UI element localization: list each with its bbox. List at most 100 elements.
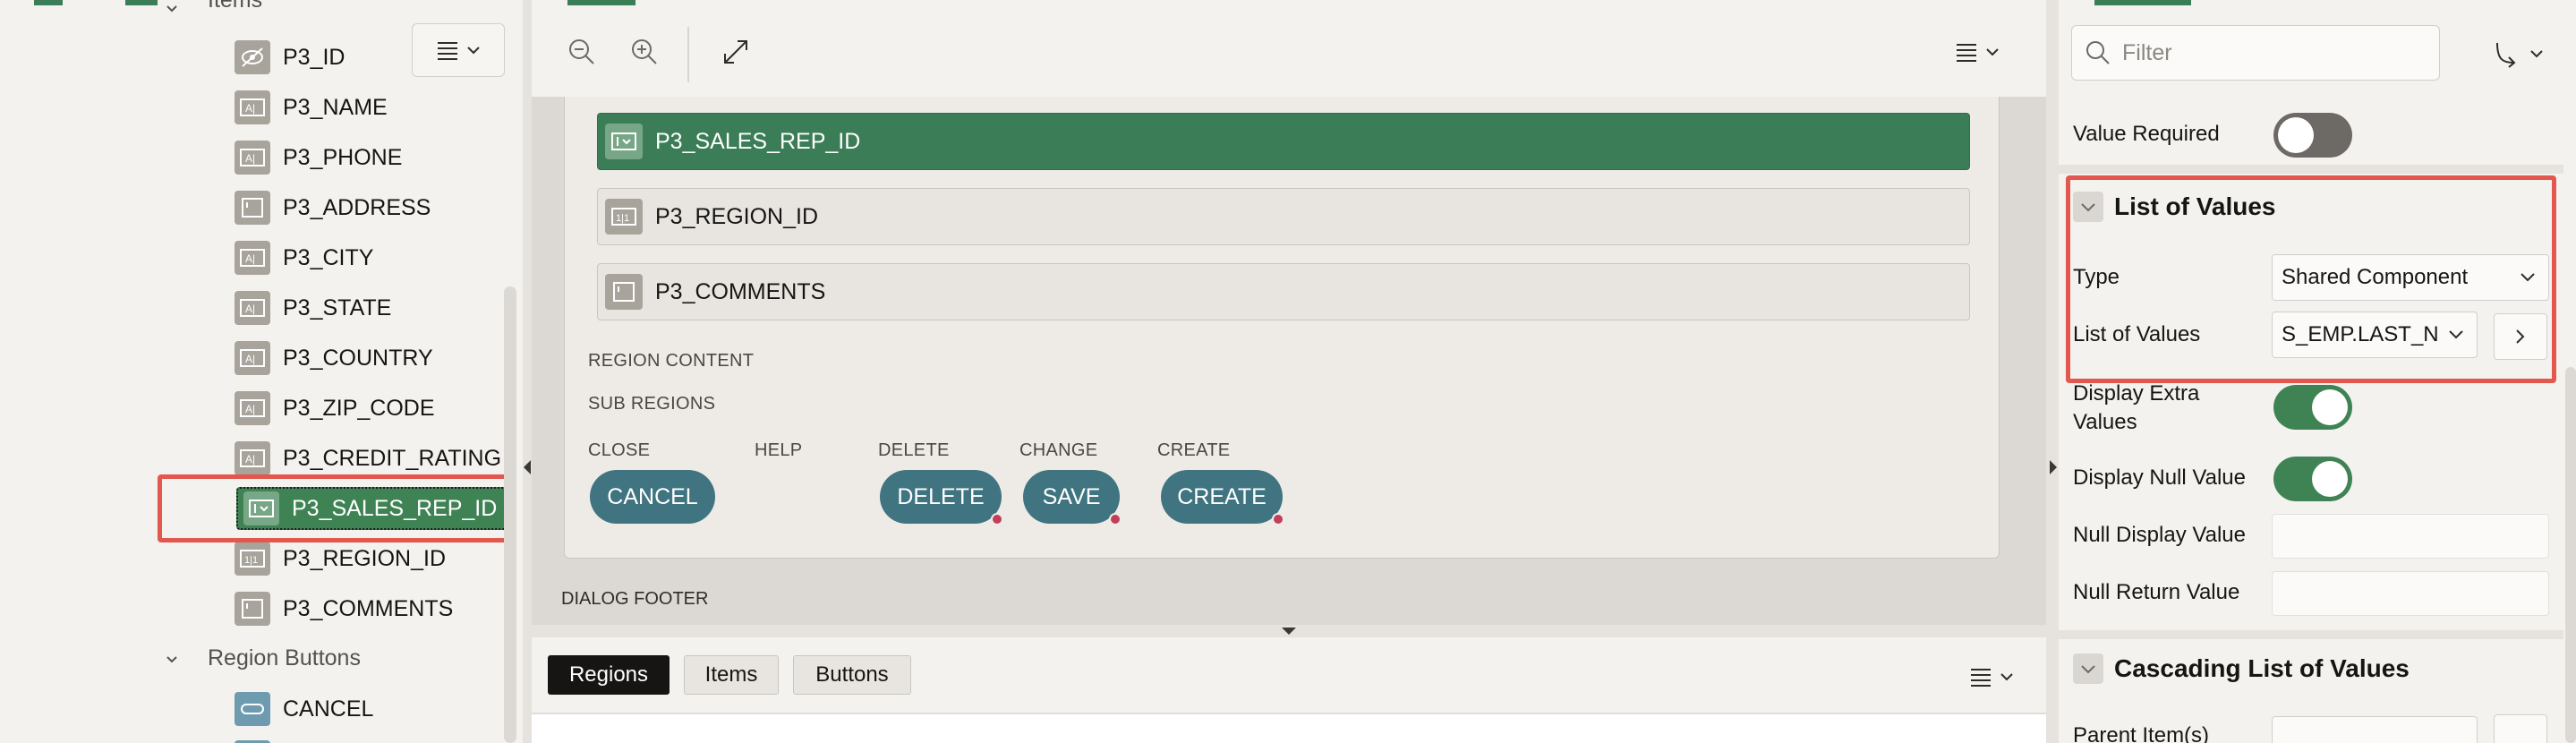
property-editor-pane: Value Required List of Values Type Share… [2059, 0, 2576, 743]
null-return-value-label: Null Return Value [2073, 580, 2240, 604]
gallery-tabs: Regions Items Buttons [532, 637, 2046, 743]
layout-canvas: P3_SALES_REP_ID 1|1 P3_REGION_ID P3_COMM… [532, 97, 2046, 625]
tree-item-cancel-button[interactable]: CANCEL [235, 687, 373, 730]
tree-item-label: P3_STATE [283, 295, 392, 320]
right-splitter[interactable] [2046, 0, 2059, 743]
menu-lines-icon [1957, 44, 1976, 62]
save-button-label: SAVE [1042, 483, 1101, 509]
tree-item-label: P3_COUNTRY [283, 345, 433, 371]
null-display-value-input[interactable] [2272, 514, 2549, 559]
rendering-tree-pane: Items P3_ID A| P3_NAME A| P3_PHONE P3_AD… [0, 0, 523, 743]
value-required-toggle[interactable] [2273, 113, 2352, 158]
layout-item-label: P3_COMMENTS [655, 278, 826, 304]
tree-node-items[interactable]: Items [208, 0, 262, 13]
cancel-button[interactable]: CANCEL [590, 470, 715, 524]
layout-item-p3-region-id[interactable]: 1|1 P3_REGION_ID [597, 188, 1970, 245]
gallery-menu-button[interactable] [1969, 662, 2023, 691]
tree-item-p3-country[interactable]: A| P3_COUNTRY [235, 337, 433, 380]
create-button[interactable]: CREATE [1161, 470, 1284, 525]
expand-button[interactable] [716, 32, 755, 72]
left-splitter[interactable] [523, 0, 532, 743]
tree-scrollbar[interactable] [504, 286, 516, 743]
group-cascading-lov[interactable]: Cascading List of Values [2073, 653, 2410, 684]
delete-button-label: DELETE [897, 483, 985, 509]
tab-label: Items [704, 662, 758, 687]
parent-items-picker-button[interactable] [2494, 714, 2547, 743]
tree-item-p3-credit-rating[interactable]: A| P3_CREDIT_RATING [235, 437, 501, 480]
property-filter[interactable] [2071, 25, 2440, 81]
layout-item-label: P3_REGION_ID [655, 203, 819, 229]
group-separator [2059, 165, 2563, 174]
text-field-icon: A| [235, 141, 270, 175]
layout-menu-button[interactable] [1955, 36, 2012, 68]
tree-item-label: P3_REGION_ID [283, 545, 447, 571]
tab-indicator [567, 0, 635, 5]
display-null-value-toggle[interactable] [2273, 457, 2352, 501]
svg-text:A|: A| [245, 303, 255, 315]
chevron-down-icon [2073, 653, 2103, 684]
layout-item-p3-sales-rep-id[interactable]: P3_SALES_REP_ID [597, 113, 1970, 170]
tab-label: Buttons [815, 662, 889, 687]
filter-input[interactable] [2122, 39, 2418, 66]
toggle-knob [2312, 461, 2348, 497]
tree-item-label: CANCEL [283, 696, 374, 722]
property-scrollbar[interactable] [2565, 367, 2576, 743]
layout-item-p3-comments[interactable]: P3_COMMENTS [597, 263, 1970, 320]
horizontal-splitter[interactable] [532, 625, 2046, 637]
tree-item-p3-zip-code[interactable]: A| P3_ZIP_CODE [235, 387, 435, 430]
tree-node-region-buttons[interactable]: Region Buttons [208, 645, 361, 671]
tree-item-p3-comments[interactable]: P3_COMMENTS [235, 587, 453, 630]
svg-text:A|: A| [245, 252, 255, 265]
slot-help-label: HELP [755, 440, 803, 460]
tree-item-label: P3_COMMENTS [283, 595, 454, 621]
parent-items-input[interactable] [2272, 716, 2478, 743]
slot-delete-label: DELETE [878, 440, 950, 460]
collapse-right-icon[interactable] [2050, 460, 2057, 474]
tree-item-label: P3_ID [283, 44, 345, 70]
tree-item-p3-phone[interactable]: A| P3_PHONE [235, 136, 402, 179]
textarea-icon [605, 274, 643, 310]
text-field-icon: A| [235, 341, 270, 375]
tab-indicator [34, 0, 63, 5]
tree-item-p3-state[interactable]: A| P3_STATE [235, 286, 391, 329]
display-extra-values-label: Display Extra Values [2073, 381, 2200, 434]
zoom-in-button[interactable] [625, 32, 664, 72]
sub-regions-label: SUB REGIONS [588, 394, 716, 414]
text-field-icon: A| [235, 241, 270, 275]
tree-item-p3-region-id[interactable]: 1|1 P3_REGION_ID [235, 537, 446, 580]
textarea-icon [235, 592, 270, 626]
chevron-down-icon [467, 47, 480, 55]
chevron-down-icon[interactable] [165, 653, 179, 667]
tree-item-p3-city[interactable]: A| P3_CITY [235, 236, 373, 279]
display-null-value-label: Display Null Value [2073, 465, 2246, 490]
collapse-left-icon[interactable] [524, 460, 531, 474]
menu-lines-icon [1971, 669, 1991, 687]
tree-item-partial [235, 736, 283, 743]
expand-icon [724, 40, 747, 64]
chevron-down-icon[interactable] [165, 2, 179, 16]
delete-button[interactable]: DELETE [880, 470, 1003, 525]
zoom-out-button[interactable] [562, 32, 601, 72]
null-return-value-input[interactable] [2272, 571, 2549, 616]
button-icon [235, 692, 270, 726]
search-icon [2086, 41, 2110, 64]
tree-menu-button[interactable] [412, 23, 505, 77]
save-button[interactable]: SAVE [1023, 470, 1122, 525]
tree-item-label: P3_ADDRESS [283, 194, 431, 220]
create-button-label: CREATE [1177, 483, 1267, 509]
tree-item-p3-name[interactable]: A| P3_NAME [235, 86, 388, 129]
svg-text:A|: A| [245, 102, 255, 115]
tree-item-p3-address[interactable]: P3_ADDRESS [235, 186, 431, 229]
tree-item-p3-id[interactable]: P3_ID [235, 36, 345, 79]
gallery-content [532, 714, 2046, 743]
tab-items[interactable]: Items [684, 655, 779, 695]
text-field-icon: A| [235, 441, 270, 475]
text-field-icon: A| [235, 90, 270, 124]
tab-buttons[interactable]: Buttons [793, 655, 911, 695]
group-title: Cascading List of Values [2114, 654, 2410, 682]
go-to-group-icon [2496, 42, 2516, 68]
collapse-bottom-icon[interactable] [1282, 628, 1296, 635]
tab-regions[interactable]: Regions [548, 655, 670, 695]
go-to-group-button[interactable] [2494, 36, 2547, 72]
display-extra-values-toggle[interactable] [2273, 385, 2352, 430]
